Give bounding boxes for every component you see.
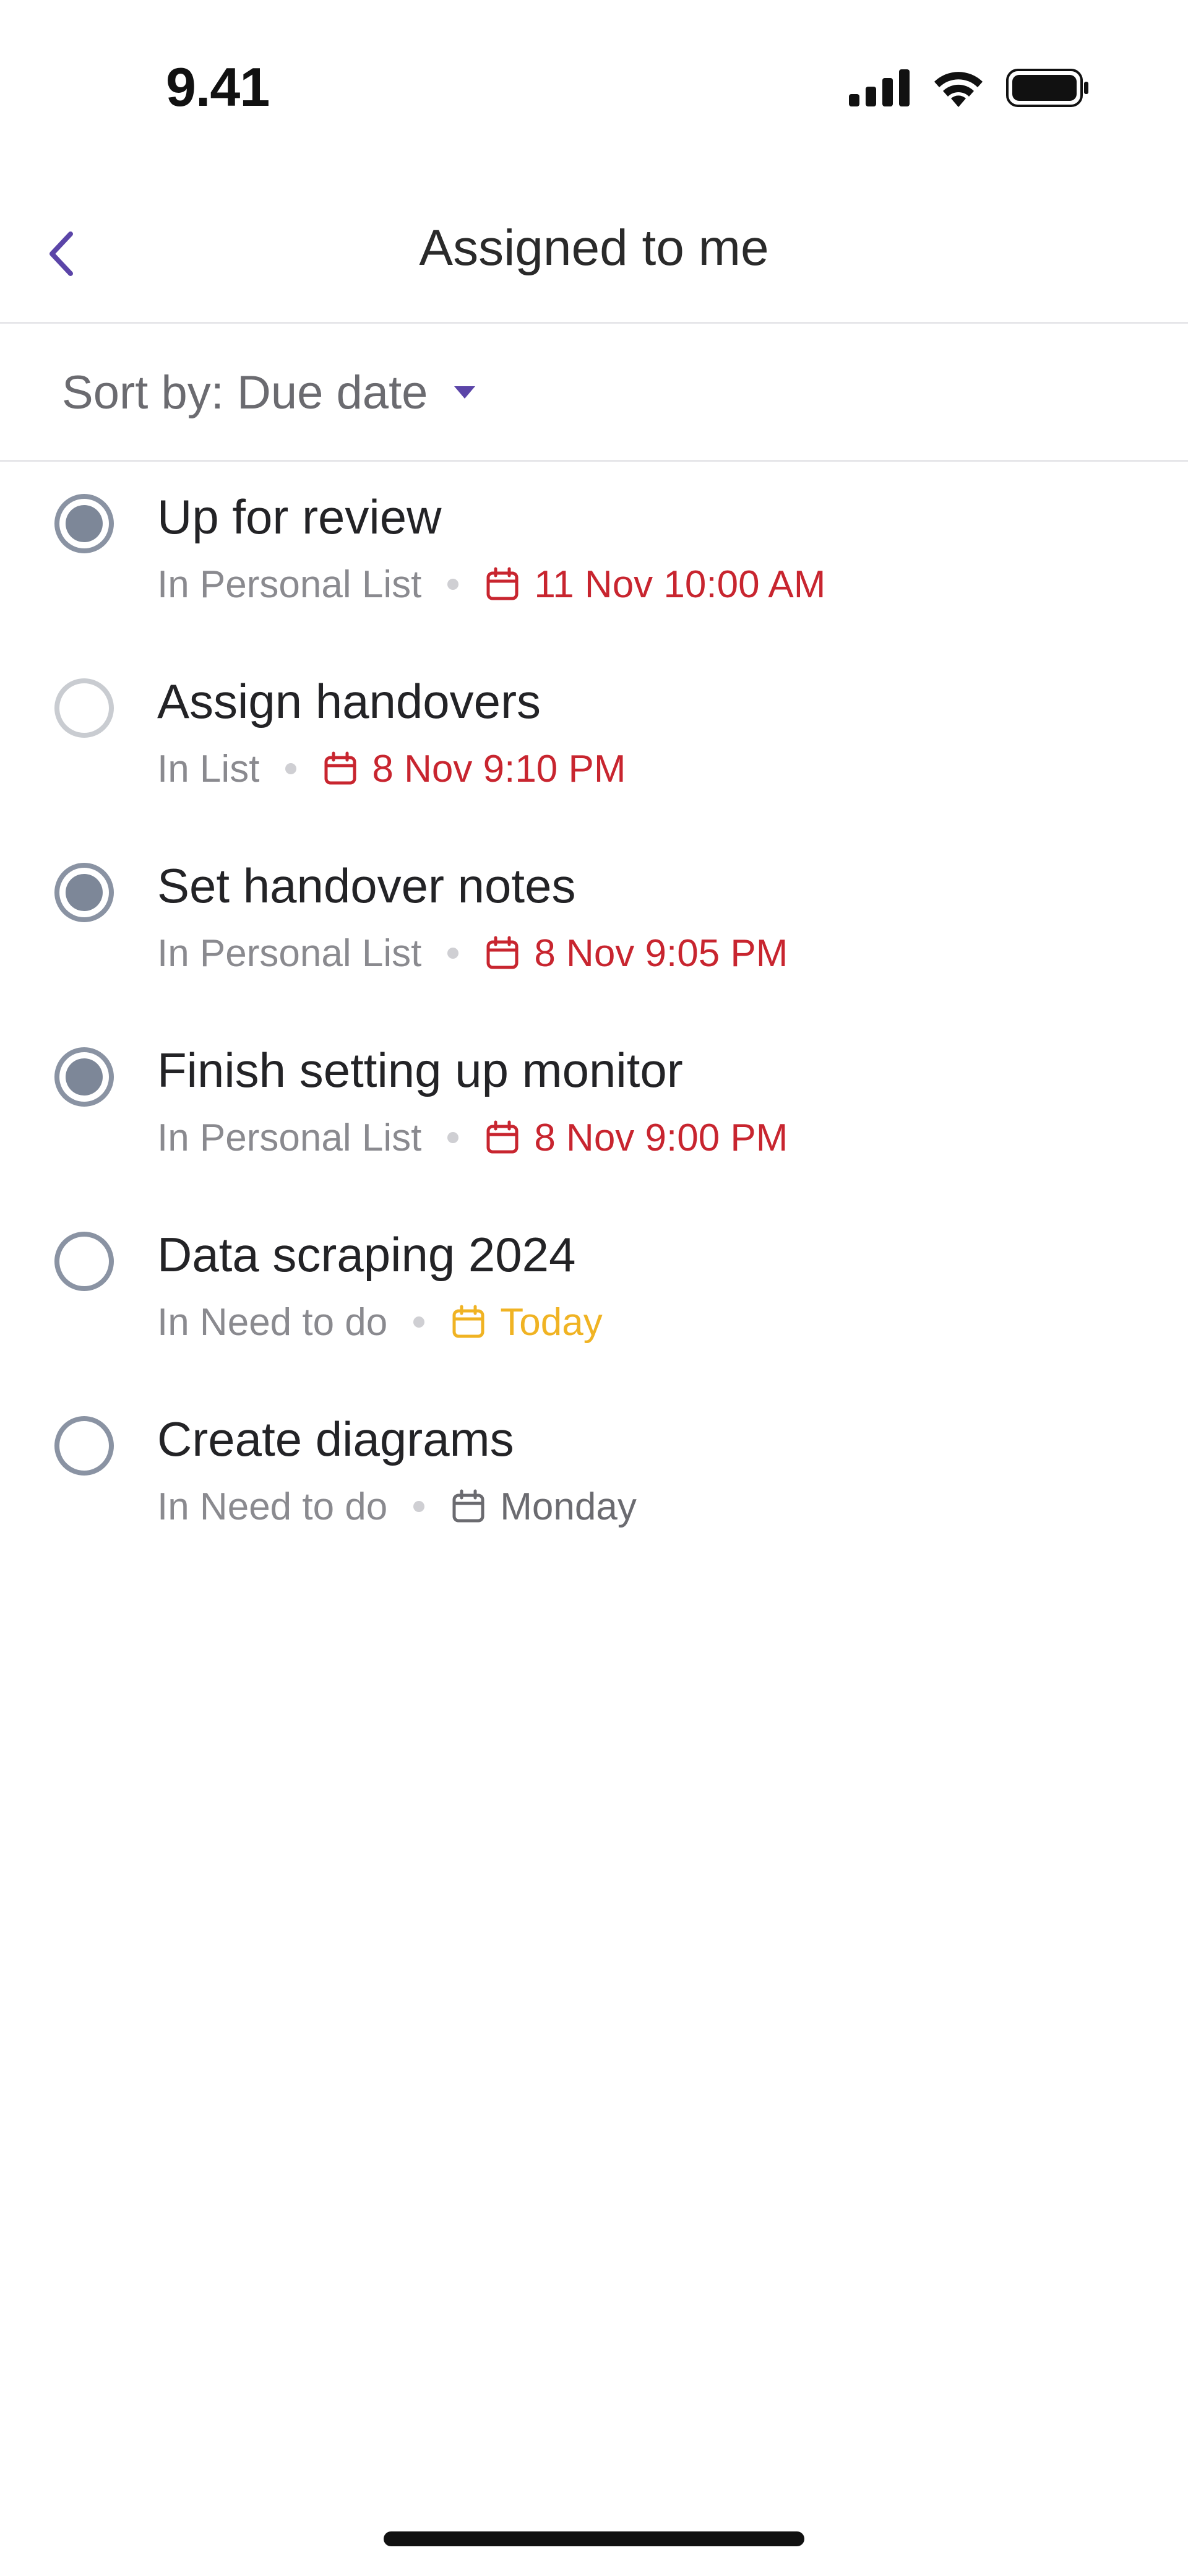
task-due-date: Today xyxy=(500,1300,603,1344)
status-time: 9.41 xyxy=(166,56,270,118)
task-row[interactable]: Data scraping 2024 In Need to do Today xyxy=(0,1199,1188,1384)
task-list-name: In Personal List xyxy=(157,563,422,606)
task-checkbox[interactable] xyxy=(53,1230,115,1292)
calendar-icon xyxy=(322,751,358,787)
task-list-name: In Personal List xyxy=(157,1116,422,1159)
caret-down-icon xyxy=(454,386,476,399)
task-row[interactable]: Finish setting up monitor In Personal Lis… xyxy=(0,1015,1188,1199)
task-due-date: 8 Nov 9:05 PM xyxy=(534,931,788,975)
task-checkbox[interactable] xyxy=(53,1046,115,1108)
task-list-name: In Need to do xyxy=(157,1300,388,1344)
task-checkbox[interactable] xyxy=(53,677,115,739)
task-meta: In Personal List 8 Nov 9:05 PM xyxy=(157,928,788,978)
task-title: Set handover notes xyxy=(157,858,576,913)
calendar-icon xyxy=(484,935,520,971)
task-row[interactable]: Set handover notes In Personal List 8 Nov … xyxy=(0,831,1188,1015)
radio-circle-icon xyxy=(54,1047,114,1107)
task-title: Up for review xyxy=(157,490,442,544)
separator-dot xyxy=(447,948,459,959)
task-due-date: 8 Nov 9:00 PM xyxy=(534,1116,788,1159)
calendar-icon xyxy=(450,1304,486,1340)
task-due-date: Monday xyxy=(500,1485,637,1528)
sort-bar: Sort by: Due date xyxy=(0,324,1188,462)
task-list-name: In Personal List xyxy=(157,931,422,975)
separator-dot xyxy=(413,1316,425,1328)
task-list-name: In List xyxy=(157,747,260,790)
task-meta: In Personal List 11 Nov 10:00 AM xyxy=(157,560,825,609)
radio-circle-icon xyxy=(54,1416,114,1476)
wifi-icon xyxy=(934,72,983,107)
task-title: Data scraping 2024 xyxy=(157,1227,576,1282)
task-checkbox[interactable] xyxy=(53,493,115,555)
battery-icon xyxy=(1006,69,1088,107)
task-meta: In Need to do Monday xyxy=(157,1482,637,1531)
task-row[interactable]: Create diagrams In Need to do Monday xyxy=(0,1384,1188,1568)
radio-circle-icon xyxy=(54,494,114,553)
separator-dot xyxy=(447,1132,459,1143)
task-meta: In List 8 Nov 9:10 PM xyxy=(157,744,626,793)
status-icons xyxy=(849,64,1089,111)
cellular-signal-icon xyxy=(849,69,910,106)
page-title: Assigned to me xyxy=(419,220,769,276)
task-checkbox[interactable] xyxy=(53,862,115,923)
task-list: Up for review In Personal List 11 Nov 10:0… xyxy=(0,462,1188,1568)
task-due-date: 8 Nov 9:10 PM xyxy=(372,747,626,790)
task-row[interactable]: Assign handovers In List 8 Nov 9:10 PM xyxy=(0,646,1188,831)
nav-header: Assigned to me xyxy=(0,186,1188,324)
sort-dropdown[interactable]: Sort by: Due date xyxy=(62,358,477,426)
status-bar: 9.41 xyxy=(0,0,1188,161)
task-checkbox[interactable] xyxy=(53,1415,115,1477)
separator-dot xyxy=(447,579,459,590)
task-due-date: 11 Nov 10:00 AM xyxy=(534,563,826,606)
task-title: Assign handovers xyxy=(157,674,541,728)
task-title: Create diagrams xyxy=(157,1412,514,1466)
calendar-icon xyxy=(450,1489,486,1524)
task-meta: In Need to do Today xyxy=(157,1297,603,1347)
task-title: Finish setting up monitor xyxy=(157,1043,683,1097)
task-row[interactable]: Up for review In Personal List 11 Nov 10:0… xyxy=(0,462,1188,646)
calendar-icon xyxy=(484,1120,520,1156)
task-list-name: In Need to do xyxy=(157,1485,388,1528)
radio-circle-icon xyxy=(54,678,114,738)
radio-circle-icon xyxy=(54,863,114,922)
separator-dot xyxy=(413,1501,425,1512)
sort-label: Sort by: Due date xyxy=(62,366,428,419)
calendar-icon xyxy=(484,566,520,602)
radio-circle-icon xyxy=(54,1232,114,1291)
separator-dot xyxy=(285,763,297,774)
task-meta: In Personal List 8 Nov 9:00 PM xyxy=(157,1113,788,1162)
home-indicator xyxy=(384,2531,804,2546)
